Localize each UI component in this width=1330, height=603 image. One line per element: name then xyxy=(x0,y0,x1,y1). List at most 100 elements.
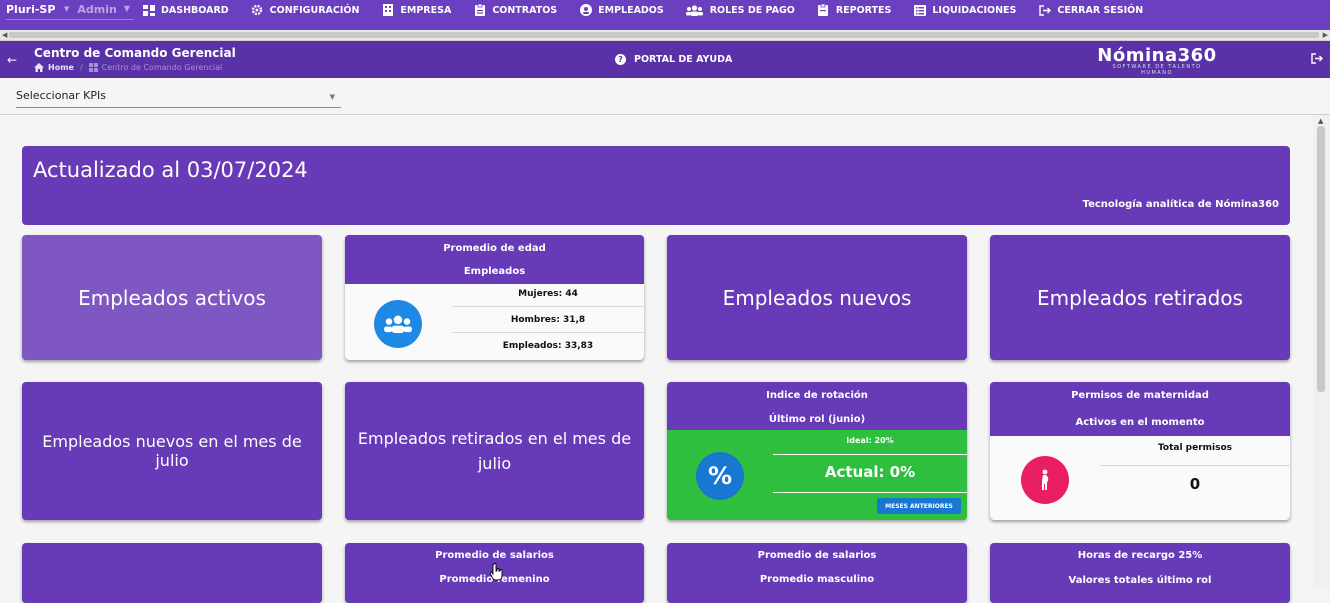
breadcrumb-home[interactable]: Home xyxy=(48,63,74,72)
card-title: Horas de recargo 25% xyxy=(1077,550,1203,561)
employee-icon xyxy=(579,4,592,16)
users-icon xyxy=(686,4,704,16)
horizontal-scrollbar[interactable]: ◀ ▶ xyxy=(0,30,1330,41)
list-icon xyxy=(913,4,926,16)
top-navigation-bar: Pluri-SP ▼ Admin ▼ DASHBOARD CONFIGURACI… xyxy=(0,0,1330,30)
card-retirados-mes[interactable]: Empleados retirados en el mes de julio xyxy=(345,382,644,520)
scrollbar-thumb[interactable] xyxy=(9,32,1319,38)
dashboard-icon xyxy=(142,4,155,16)
card-label: Empleados nuevos en el mes de julio xyxy=(42,432,302,470)
total-permisos-label: Total permisos xyxy=(1157,443,1233,453)
card-subtitle: Valores totales último rol xyxy=(1068,575,1212,586)
card-label: Empleados activos xyxy=(78,285,266,310)
card-title: Indice de rotación xyxy=(766,390,868,401)
exit-icon[interactable] xyxy=(1311,53,1323,67)
brand-logo: Nómina360 SOFTWARE DE TALENTO HUMANO xyxy=(1097,45,1217,76)
card-subtitle: Último rol (junio) xyxy=(768,414,866,425)
divider xyxy=(1100,465,1290,466)
nav-item-label: CERRAR SESIÓN xyxy=(1057,4,1144,16)
card-subtitle: Promedio masculino xyxy=(759,574,875,585)
scroll-right-icon[interactable]: ▶ xyxy=(1323,31,1328,39)
card-row3-blank[interactable] xyxy=(22,543,322,603)
banner-subtitle: Tecnología analítica de Nómina360 xyxy=(1082,199,1279,210)
card-horas-recargo[interactable]: Horas de recargo 25% Valores totales últ… xyxy=(990,543,1290,603)
card-indice-rotacion[interactable]: Indice de rotación Último rol (junio) % … xyxy=(667,382,967,520)
nav-item-dashboard[interactable]: DASHBOARD xyxy=(142,4,229,16)
card-label: Empleados nuevos xyxy=(722,285,912,310)
update-banner: Actualizado al 03/07/2024 Tecnología ana… xyxy=(22,146,1290,225)
scroll-up-icon[interactable]: ▲ xyxy=(1318,117,1323,125)
nav-item-label: DASHBOARD xyxy=(161,4,229,16)
help-portal-link[interactable]: ? PORTAL DE AYUDA xyxy=(615,54,732,65)
card-empleados-nuevos[interactable]: Empleados nuevos xyxy=(667,235,967,360)
card-empleados-activos[interactable]: Empleados activos xyxy=(22,235,322,360)
card-permisos-maternidad[interactable]: Permisos de maternidad Activos en el mom… xyxy=(990,382,1290,520)
kpi-select-value: Seleccionar KPIs xyxy=(16,89,107,102)
total-permisos-value: 0 xyxy=(1189,475,1201,493)
card-title: Permisos de maternidad xyxy=(1071,390,1209,401)
scroll-left-icon[interactable]: ◀ xyxy=(2,31,7,39)
role-name: Admin xyxy=(77,3,117,16)
chevron-down-icon: ▼ xyxy=(329,93,335,101)
divider xyxy=(452,332,644,333)
card-subtitle: Activos en el momento xyxy=(1075,417,1205,428)
nav-item-roles-de-pago[interactable]: ROLES DE PAGO xyxy=(686,4,795,16)
divider xyxy=(773,454,967,455)
help-label: PORTAL DE AYUDA xyxy=(634,54,733,65)
breadcrumb-separator: / xyxy=(79,63,83,72)
home-icon xyxy=(34,63,44,72)
card-promedio-salarios-masculino[interactable]: Promedio de salarios Promedio masculino xyxy=(667,543,967,603)
hand-cursor-icon xyxy=(489,563,504,585)
tenant-caret-icon: ▼ xyxy=(64,5,70,13)
breadcrumb-current: Centro de Comando Gerencial xyxy=(101,63,223,72)
users-icon xyxy=(374,300,422,348)
card-title: Promedio de edad xyxy=(443,243,546,254)
ideal-rate: Ideal: 20% xyxy=(846,436,894,445)
nav-item-contratos[interactable]: CONTRATOS xyxy=(473,4,557,16)
nav-item-label: REPORTES xyxy=(835,4,892,16)
back-arrow-icon[interactable]: ← xyxy=(7,53,17,67)
nav-item-label: EMPRESA xyxy=(400,4,452,16)
percent-icon: % xyxy=(696,452,744,500)
nav-item-label: EMPLEADOS xyxy=(598,4,664,16)
nav-item-configuracion[interactable]: CONFIGURACIÓN xyxy=(251,4,360,16)
pregnant-woman-icon xyxy=(1021,456,1069,504)
card-promedio-edad[interactable]: Promedio de edad Empleados Mujeres: 44 H… xyxy=(345,235,644,360)
gear-icon xyxy=(251,4,264,16)
grid-icon xyxy=(88,63,98,72)
nav-item-label: LIQUIDACIONES xyxy=(932,4,1017,16)
card-nuevos-mes[interactable]: Empleados nuevos en el mes de julio xyxy=(22,382,322,520)
card-label: Empleados retirados xyxy=(1037,285,1243,310)
help-icon: ? xyxy=(615,54,626,65)
kpi-toolbar: Seleccionar KPIs ▼ xyxy=(0,78,1330,115)
meses-anteriores-button[interactable]: MESES ANTERIORES xyxy=(877,498,961,514)
nav-item-label: CONFIGURACIÓN xyxy=(269,4,360,16)
card-label: Empleados retirados en el mes de julio xyxy=(357,429,632,473)
divider xyxy=(452,306,644,307)
stat-hombres: Hombres: 31,8 xyxy=(510,315,586,325)
nav-item-empleados[interactable]: EMPLEADOS xyxy=(579,4,664,16)
logo-tagline: SOFTWARE DE TALENTO HUMANO xyxy=(1112,64,1202,76)
nav-item-reportes[interactable]: REPORTES xyxy=(817,4,892,16)
nav-menu: DASHBOARD CONFIGURACIÓN EMPRESA CONTRATO… xyxy=(142,0,1165,20)
card-body: Total permisos 0 xyxy=(990,436,1290,520)
page-header: ← Centro de Comando Gerencial Home / Cen… xyxy=(0,41,1330,78)
breadcrumb: Home / Centro de Comando Gerencial xyxy=(34,63,222,72)
nav-item-label: ROLES DE PAGO xyxy=(709,4,795,16)
vertical-scrollbar[interactable]: ▲ xyxy=(1313,115,1330,588)
logout-icon xyxy=(1038,4,1051,16)
nav-item-cerrar-sesion[interactable]: CERRAR SESIÓN xyxy=(1038,4,1143,16)
stat-empleados: Empleados: 33,83 xyxy=(502,341,594,351)
scrollbar-thumb[interactable] xyxy=(1317,126,1325,392)
actual-rate: Actual: 0% xyxy=(824,463,916,481)
divider xyxy=(773,492,967,493)
kpi-select[interactable]: Seleccionar KPIs ▼ xyxy=(16,86,341,108)
card-title: Promedio de salarios xyxy=(435,550,554,561)
card-title: Promedio de salarios xyxy=(757,550,877,561)
nav-item-empresa[interactable]: EMPRESA xyxy=(381,4,451,16)
card-body: % Ideal: 20% Actual: 0% MESES ANTERIORES xyxy=(667,430,967,520)
card-empleados-retirados[interactable]: Empleados retirados xyxy=(990,235,1290,360)
tenant-name: Pluri-SP xyxy=(6,3,56,16)
nav-item-liquidaciones[interactable]: LIQUIDACIONES xyxy=(913,4,1016,16)
tenant-selector[interactable]: Pluri-SP ▼ Admin ▼ xyxy=(6,0,134,20)
